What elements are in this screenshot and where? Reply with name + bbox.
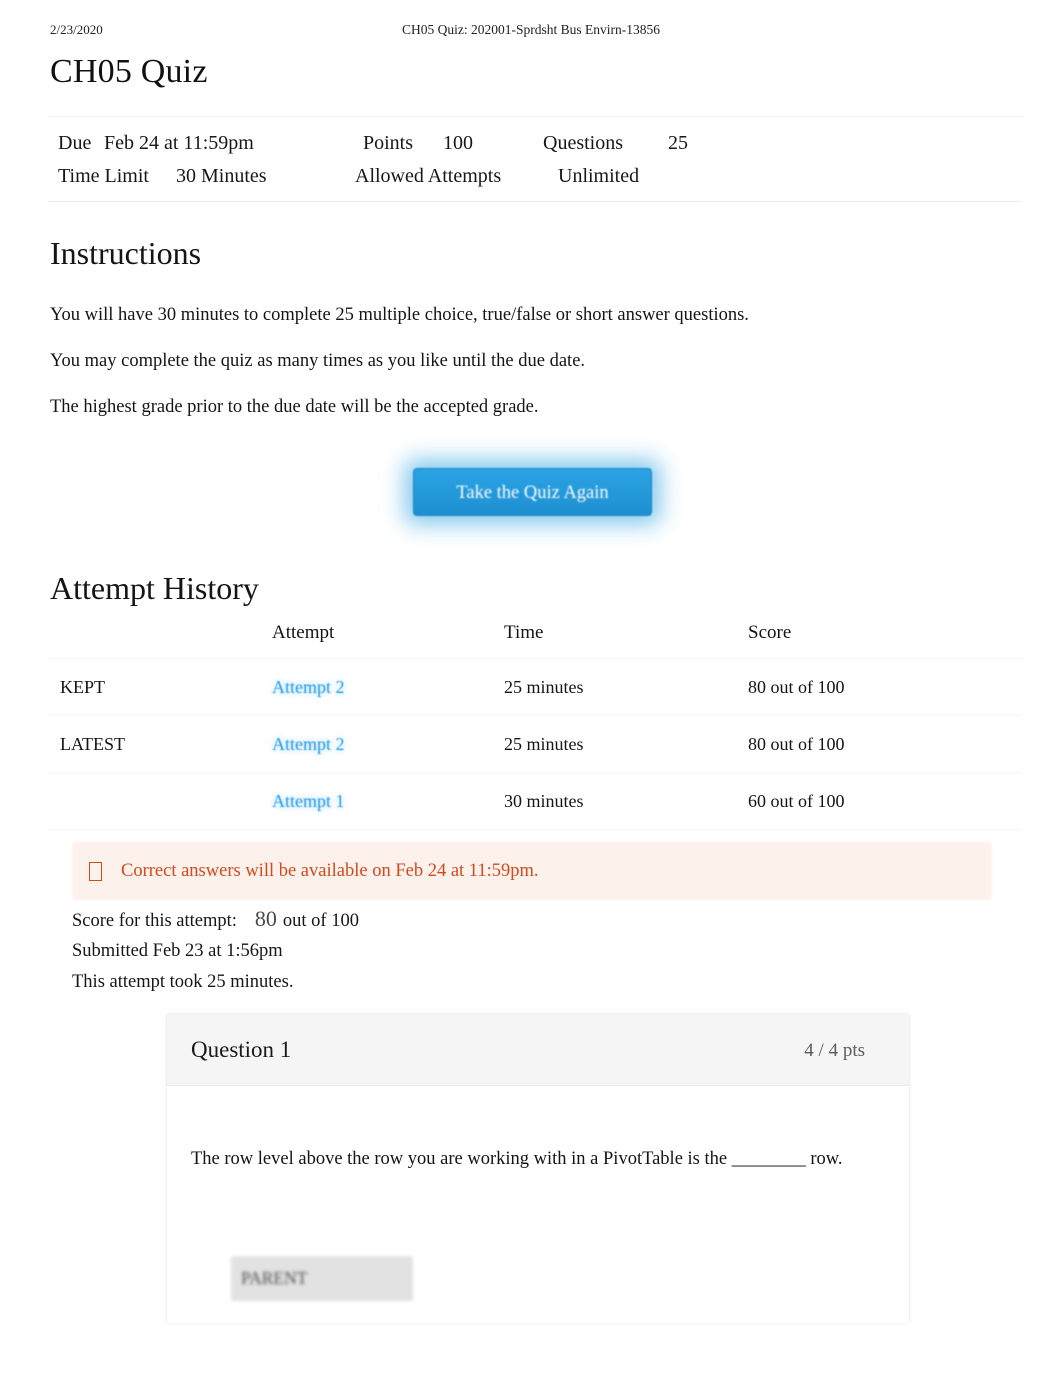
page-title: CH05 Quiz [50,53,208,90]
question-body: The row level above the row you are work… [167,1086,909,1323]
instructions-paragraph: The highest grade prior to the due date … [50,397,539,417]
attempt-time: 25 minutes [504,715,748,773]
table-header-row: Attempt Time Score [48,622,1022,659]
column-header-time: Time [504,622,748,659]
correct-answers-notice: Correct answers will be available on Feb… [72,842,992,900]
attempt-tag: KEPT [48,658,272,716]
question-card: Question 1 4 / 4 pts The row level above… [166,1013,910,1323]
points-value: 100 [443,132,473,154]
table-row: KEPT Attempt 2 25 minutes 80 out of 100 [48,658,1022,716]
attempt-link[interactable]: Attempt 1 [272,791,345,811]
attempt-history-heading: Attempt History [50,570,259,606]
time-limit-label: Time Limit [58,165,149,187]
points-label: Points [363,132,414,154]
attempt-link[interactable]: Attempt 2 [272,734,345,754]
info-box-icon [89,861,102,881]
attempt-history-table: Attempt Time Score KEPT Attempt 2 25 min… [48,622,1022,830]
due-label: Due [58,132,92,154]
quiz-info-row-1: Due Feb 24 at 11:59pm Points 100 Questio… [48,132,1022,165]
question-text: The row level above the row you are work… [191,1149,843,1169]
instructions-heading: Instructions [50,235,202,271]
instructions-paragraph: You may complete the quiz as many times … [50,351,586,371]
attempt-time: 30 minutes [504,772,748,830]
attempt-link[interactable]: Attempt 2 [272,677,345,697]
due-value: Feb 24 at 11:59pm [104,132,254,154]
question-points: 4 / 4 pts [804,1040,865,1061]
score-label: Score for this attempt: [72,911,237,931]
questions-value: 25 [668,132,688,154]
time-limit-value: 30 Minutes [176,165,267,187]
attempt-time: 25 minutes [504,658,748,716]
allowed-attempts-label: Allowed Attempts [355,165,502,187]
print-header: 2/23/2020 CH05 Quiz: 202001-Sprdsht Bus … [0,22,1062,42]
table-row: LATEST Attempt 2 25 minutes 80 out of 10… [48,715,1022,773]
question-title: Question 1 [191,1037,292,1062]
table-row: Attempt 1 30 minutes 60 out of 100 [48,772,1022,830]
quiz-info-bar: Due Feb 24 at 11:59pm Points 100 Questio… [48,116,1022,202]
attempt-score: 60 out of 100 [748,772,1022,830]
notice-text: Correct answers will be available on Feb… [121,860,539,881]
column-header-score: Score [748,622,1022,659]
column-header-attempt: Attempt [272,622,504,659]
quiz-results-page: 2/23/2020 CH05 Quiz: 202001-Sprdsht Bus … [0,0,1062,1377]
attempt-score: 80 out of 100 [748,715,1022,773]
allowed-attempts-value: Unlimited [558,165,640,187]
take-quiz-again-button[interactable]: Take the Quiz Again [413,468,652,516]
score-value: 80 [254,906,277,931]
print-course-title: CH05 Quiz: 202001-Sprdsht Bus Envirn-138… [402,22,660,37]
submitted-timestamp: Submitted Feb 23 at 1:56pm [72,941,283,961]
question-header: Question 1 4 / 4 pts [167,1014,909,1086]
attempt-duration: This attempt took 25 minutes. [72,972,294,992]
attempt-score: 80 out of 100 [748,658,1022,716]
attempt-tag [48,772,272,830]
score-for-attempt: Score for this attempt: 80 out of 100 [72,906,359,932]
student-answer: PARENT [231,1256,413,1301]
attempt-tag: LATEST [48,715,272,773]
score-suffix: out of 100 [282,911,359,931]
quiz-info-row-2: Time Limit 30 Minutes Allowed Attempts U… [48,165,1022,198]
column-header-tag [48,622,272,659]
questions-label: Questions [543,132,623,154]
instructions-paragraph: You will have 30 minutes to complete 25 … [50,305,749,325]
